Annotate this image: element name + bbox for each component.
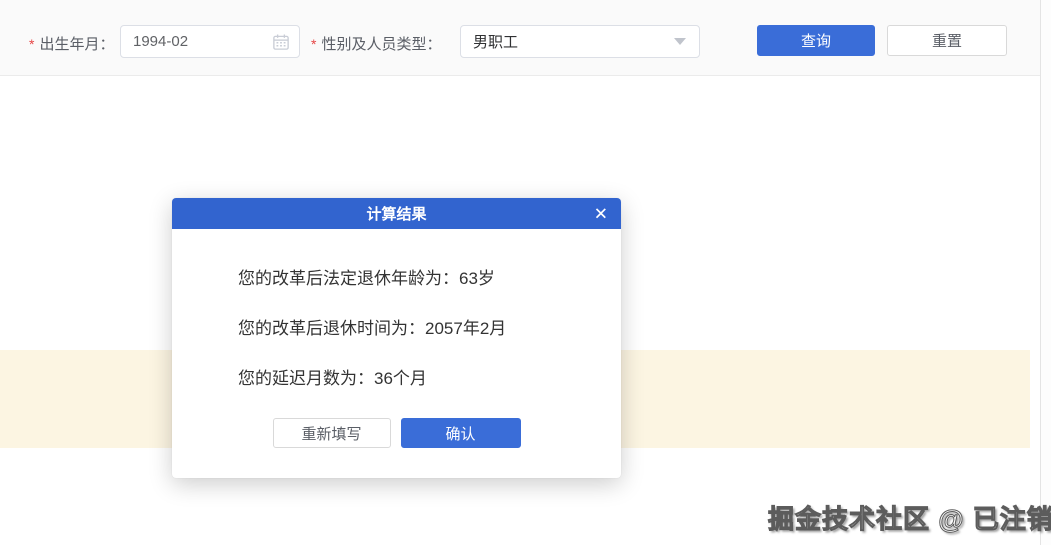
required-asterisk: * [29,36,35,52]
birth-month-label: * 出生年月： [29,33,114,54]
chevron-down-icon [674,38,686,45]
person-type-value: 男职工 [473,34,519,51]
birth-month-label-text: 出生年月： [39,36,115,53]
result-modal-buttons: 重新填写 确认 [172,418,621,448]
query-button[interactable]: 查询 [757,25,875,56]
result-modal-title: 计算结果 [366,206,427,223]
retirement-calculator-page: *出生年月： *性别及人员类型： 男职工 查询 重置 [0,0,1051,545]
confirm-button[interactable]: 确认 [400,418,521,448]
watermark: 掘金技术社区 @ 已注销 [768,504,1051,535]
result-retirement-age: 您的改革后法定退休年龄为：63岁 [238,269,495,288]
result-retirement-time: 您的改革后退休时间为：2057年2月 [238,319,507,338]
scrollbar-track[interactable] [1040,0,1051,545]
required-asterisk: * [311,36,317,52]
birth-month-field[interactable] [120,25,300,58]
query-form-bar: *出生年月： *性别及人员类型： 男职工 查询 重置 [0,0,1040,76]
close-icon[interactable]: ✕ [594,205,608,222]
result-delay-months: 您的延迟月数为：36个月 [238,369,427,388]
person-type-label: * 性别及人员类型： [311,33,441,54]
result-modal-header: 计算结果 ✕ [172,198,621,229]
calendar-icon[interactable] [272,33,290,51]
result-modal: 计算结果 ✕ 您的改革后法定退休年龄为：63岁 您的改革后退休时间为：2057年… [172,198,621,478]
refill-button[interactable]: 重新填写 [272,418,391,448]
person-type-select[interactable]: 男职工 [460,25,700,58]
person-type-label-text: 性别及人员类型： [321,36,442,53]
result-modal-body: 您的改革后法定退休年龄为：63岁 您的改革后退休时间为：2057年2月 您的延迟… [172,229,621,387]
reset-button[interactable]: 重置 [887,25,1007,56]
